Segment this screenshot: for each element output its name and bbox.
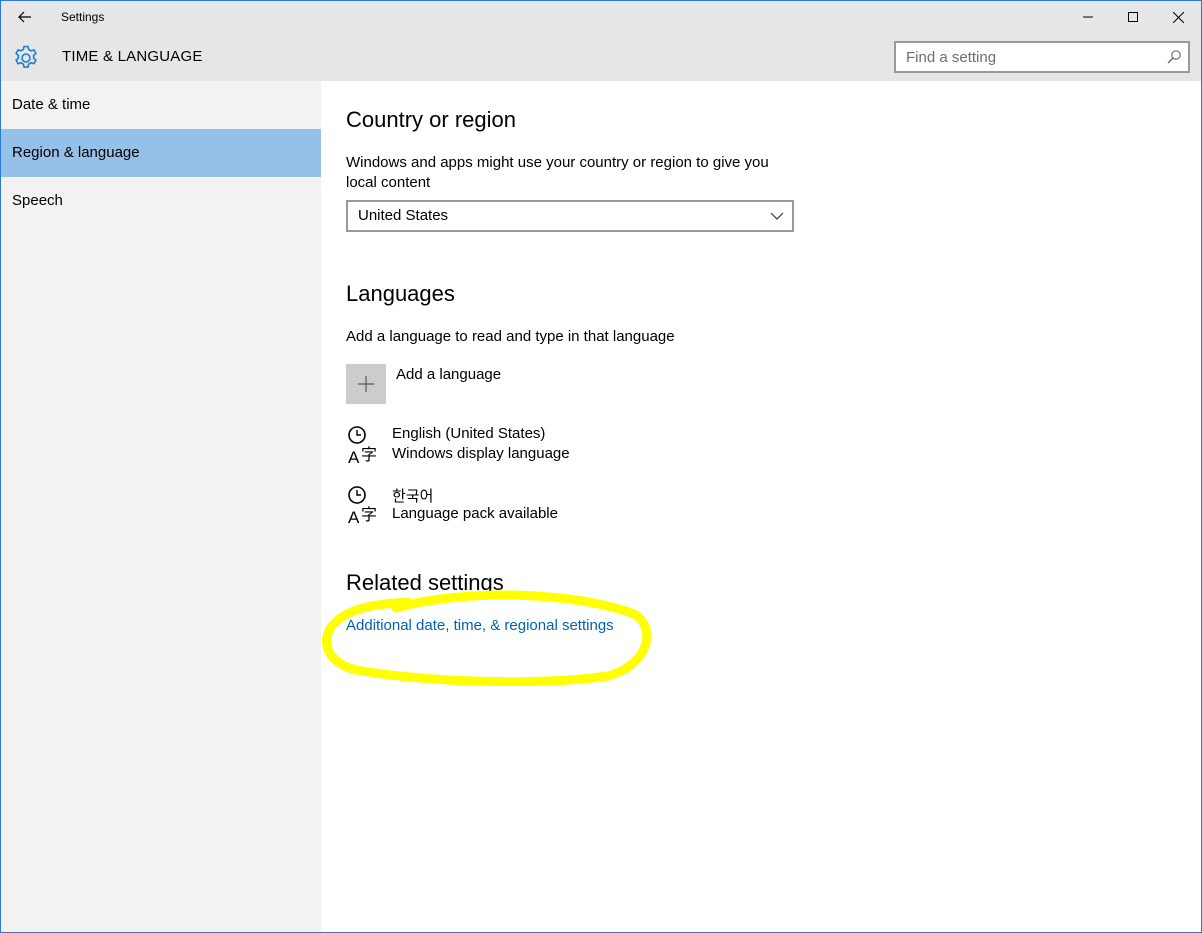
language-name: English (United States) xyxy=(392,425,546,442)
languages-heading: Languages xyxy=(346,281,455,306)
sidebar-item-label: Speech xyxy=(12,192,63,209)
maximize-button[interactable] xyxy=(1110,1,1156,33)
language-status: Language pack available xyxy=(392,505,558,522)
search-input[interactable] xyxy=(896,43,1166,71)
additional-settings-link[interactable]: Additional date, time, & regional settin… xyxy=(346,617,614,634)
language-item-english[interactable]: A 字 English (United States) Windows disp… xyxy=(346,425,746,469)
country-description: Windows and apps might use your country … xyxy=(346,154,769,191)
country-dropdown-value: United States xyxy=(358,207,449,224)
minimize-icon xyxy=(1083,16,1093,18)
title-bar: Settings xyxy=(1,1,1201,33)
svg-text:字: 字 xyxy=(361,445,377,464)
language-icon: A 字 xyxy=(348,426,377,465)
sidebar-item-region-language[interactable]: Region & language xyxy=(1,129,321,177)
page-header: TIME & LANGUAGE xyxy=(1,33,1201,81)
chevron-down-icon xyxy=(770,212,784,220)
related-settings-heading: Related settings xyxy=(346,570,504,595)
settings-window: Settings TIME & LANGUAGE Find a setting … xyxy=(0,0,1202,933)
search-icon[interactable] xyxy=(1166,49,1182,65)
add-language-button[interactable]: Add a language xyxy=(346,364,606,404)
search-box[interactable] xyxy=(894,41,1190,73)
language-item-korean[interactable]: A 字 한국어 Language pack available xyxy=(346,485,746,529)
svg-text:A: A xyxy=(348,508,360,525)
page-title: TIME & LANGUAGE xyxy=(62,48,203,65)
back-button[interactable] xyxy=(11,5,39,29)
svg-text:字: 字 xyxy=(361,505,377,524)
svg-text:A: A xyxy=(348,448,360,465)
sidebar-item-label: Region & language xyxy=(12,144,140,161)
add-language-tile xyxy=(346,364,386,404)
country-dropdown[interactable]: United States xyxy=(346,200,794,232)
sidebar-item-date-time[interactable]: Date & time xyxy=(1,81,321,129)
language-icon: A 字 xyxy=(348,486,377,525)
gear-icon xyxy=(15,45,37,68)
sidebar-item-speech[interactable]: Speech xyxy=(1,177,321,225)
maximize-icon xyxy=(1128,12,1138,22)
minimize-button[interactable] xyxy=(1065,1,1111,33)
main-content: Country or region Windows and apps might… xyxy=(322,81,1201,932)
back-arrow-icon xyxy=(18,11,31,23)
app-title: Settings xyxy=(61,10,105,24)
plus-icon xyxy=(358,376,374,392)
sidebar: Date & time Region & language Speech xyxy=(1,81,321,932)
close-icon xyxy=(1172,11,1184,23)
languages-description: Add a language to read and type in that … xyxy=(346,328,675,345)
language-name: 한국어 xyxy=(392,488,434,505)
sidebar-item-label: Date & time xyxy=(12,96,91,113)
language-status: Windows display language xyxy=(392,445,570,462)
add-language-label: Add a language xyxy=(396,366,502,383)
country-heading: Country or region xyxy=(346,107,516,132)
close-button[interactable] xyxy=(1155,1,1201,33)
